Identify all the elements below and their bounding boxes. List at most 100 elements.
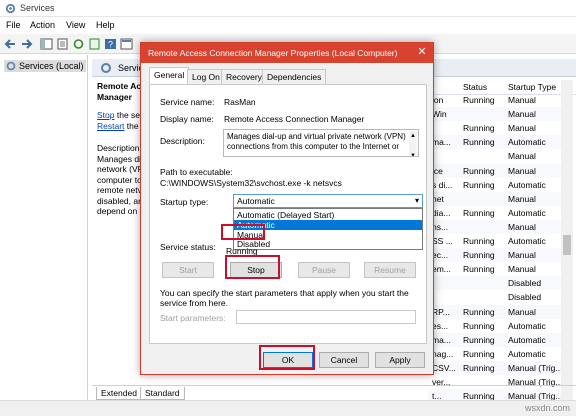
services-gear-icon [101, 63, 111, 73]
startup-type-select[interactable]: Automatic ▾ [233, 194, 423, 208]
tab-general[interactable]: General [149, 67, 190, 84]
general-tab-panel: Service name: RasMan Display name: Remot… [149, 84, 427, 344]
console-tree: Services (Local) [0, 55, 88, 400]
cell-startup: Manual [508, 123, 536, 134]
table-row[interactable] [428, 276, 564, 291]
export-list-icon[interactable] [88, 38, 101, 50]
table-row[interactable] [428, 219, 564, 234]
description-textbox[interactable]: Manages dial-up and virtual private netw… [223, 129, 419, 157]
cell-status: Running [463, 207, 495, 218]
tab-recovery[interactable]: Recovery [221, 69, 267, 84]
menu-bar: File Action View Help [0, 17, 576, 34]
cell-status: Running [463, 137, 495, 148]
tab-standard[interactable]: Standard [140, 387, 185, 400]
service-status-label: Service status: [160, 242, 216, 252]
table-row[interactable] [428, 191, 564, 206]
table-header: Status Startup Type [428, 79, 576, 95]
highlight-stop-button [225, 255, 280, 279]
cell-status: Running [463, 320, 495, 331]
stop-service-link[interactable]: Stop [97, 110, 115, 120]
path-label: Path to executable: [160, 167, 233, 177]
cell-name: es... [432, 320, 449, 331]
tab-extended[interactable]: Extended [96, 387, 142, 400]
svg-text:?: ? [108, 40, 113, 50]
cell-startup: Automatic [508, 236, 546, 246]
cell-status: Running [463, 236, 495, 246]
menu-file[interactable]: File [6, 20, 21, 30]
cell-startup: Manual [508, 95, 536, 105]
tab-log-on[interactable]: Log On [187, 69, 225, 84]
menu-view[interactable]: View [66, 20, 85, 30]
description-label: Description: [160, 136, 205, 146]
vertical-scrollbar[interactable] [561, 80, 573, 400]
view-tabs: Extended Standard [92, 385, 576, 400]
cell-name: RP... [432, 306, 450, 317]
services-gear-icon [5, 3, 16, 14]
display-name-value: Remote Access Connection Manager [224, 114, 365, 124]
cell-name: dia... [432, 207, 451, 218]
cell-status: Running [463, 123, 495, 134]
back-arrow-icon[interactable] [4, 38, 17, 50]
description-text: Manages dial-up and virtual private netw… [227, 132, 406, 151]
cancel-button[interactable]: Cancel [319, 352, 369, 368]
help-icon[interactable]: ? [104, 38, 117, 50]
cell-status: Running [463, 264, 495, 275]
console-view-icon[interactable] [120, 38, 133, 50]
col-startup-type[interactable]: Startup Type [508, 82, 556, 92]
pause-button[interactable]: Pause [298, 262, 350, 278]
cell-startup: Automatic [508, 334, 546, 345]
cell-startup: Disabled [508, 292, 542, 303]
show-hide-tree-icon[interactable] [40, 38, 53, 50]
cell-status: Running [463, 95, 495, 105]
menu-action[interactable]: Action [30, 20, 55, 30]
cell-startup: Automatic [508, 137, 546, 148]
chevron-down-icon: ▾ [414, 196, 419, 205]
table-row[interactable] [428, 163, 564, 178]
cell-startup: Automatic [508, 179, 546, 190]
cell-status: Running [463, 306, 495, 317]
start-button[interactable]: Start [162, 262, 214, 278]
properties-sheet-icon[interactable] [56, 38, 69, 50]
tree-item-label: Services (Local) [19, 61, 84, 71]
cell-status: Running [463, 165, 495, 176]
cell-startup: Manual [508, 109, 536, 120]
display-name-label: Display name: [160, 114, 214, 124]
highlight-ok-button [259, 345, 315, 370]
tab-dependencies[interactable]: Dependencies [262, 69, 327, 84]
forward-arrow-icon[interactable] [20, 38, 33, 50]
scrollbar-thumb[interactable] [563, 235, 571, 255]
tree-item-services-local[interactable]: Services (Local) [4, 60, 86, 72]
watermark-text: wsxdn.com [524, 403, 570, 413]
cell-startup: Manual [508, 306, 536, 317]
cell-status: Running [463, 362, 495, 373]
cell-startup: Manual [508, 221, 536, 232]
apply-button[interactable]: Apply [375, 352, 425, 368]
cell-name: ma... [432, 334, 451, 345]
refresh-icon[interactable] [72, 38, 85, 50]
description-scrollbar[interactable]: ▲ ▼ [409, 131, 417, 156]
table-row[interactable] [428, 248, 564, 263]
cell-startup: Automatic [508, 320, 546, 331]
restart-service-link[interactable]: Restart [97, 121, 124, 131]
start-params-label: Start parameters: [160, 313, 226, 323]
cell-name: ns... [432, 221, 449, 232]
cell-startup: Manual (Trig... [508, 362, 563, 373]
menu-help[interactable]: Help [96, 20, 115, 30]
highlight-manual-option [221, 224, 265, 240]
cell-status: Running [463, 334, 495, 345]
close-icon[interactable]: ✕ [415, 46, 429, 60]
resume-button[interactable]: Resume [364, 262, 416, 278]
cell-startup: Automatic [508, 207, 546, 218]
startup-type-label: Startup type: [160, 197, 209, 207]
services-gear-icon [6, 61, 16, 71]
cell-startup: Manual [508, 151, 536, 162]
col-status[interactable]: Status [463, 82, 487, 92]
option-disabled[interactable]: Disabled [234, 239, 422, 249]
option-automatic-delayed[interactable]: Automatic (Delayed Start) [234, 210, 422, 220]
start-params-input[interactable] [236, 310, 416, 324]
cell-startup: Manual [508, 193, 536, 204]
table-row[interactable] [428, 107, 564, 122]
cell-status: Running [463, 348, 495, 359]
dialog-titlebar: Remote Access Connection Manager Propert… [141, 43, 433, 63]
startup-type-selected: Automatic [237, 196, 275, 206]
